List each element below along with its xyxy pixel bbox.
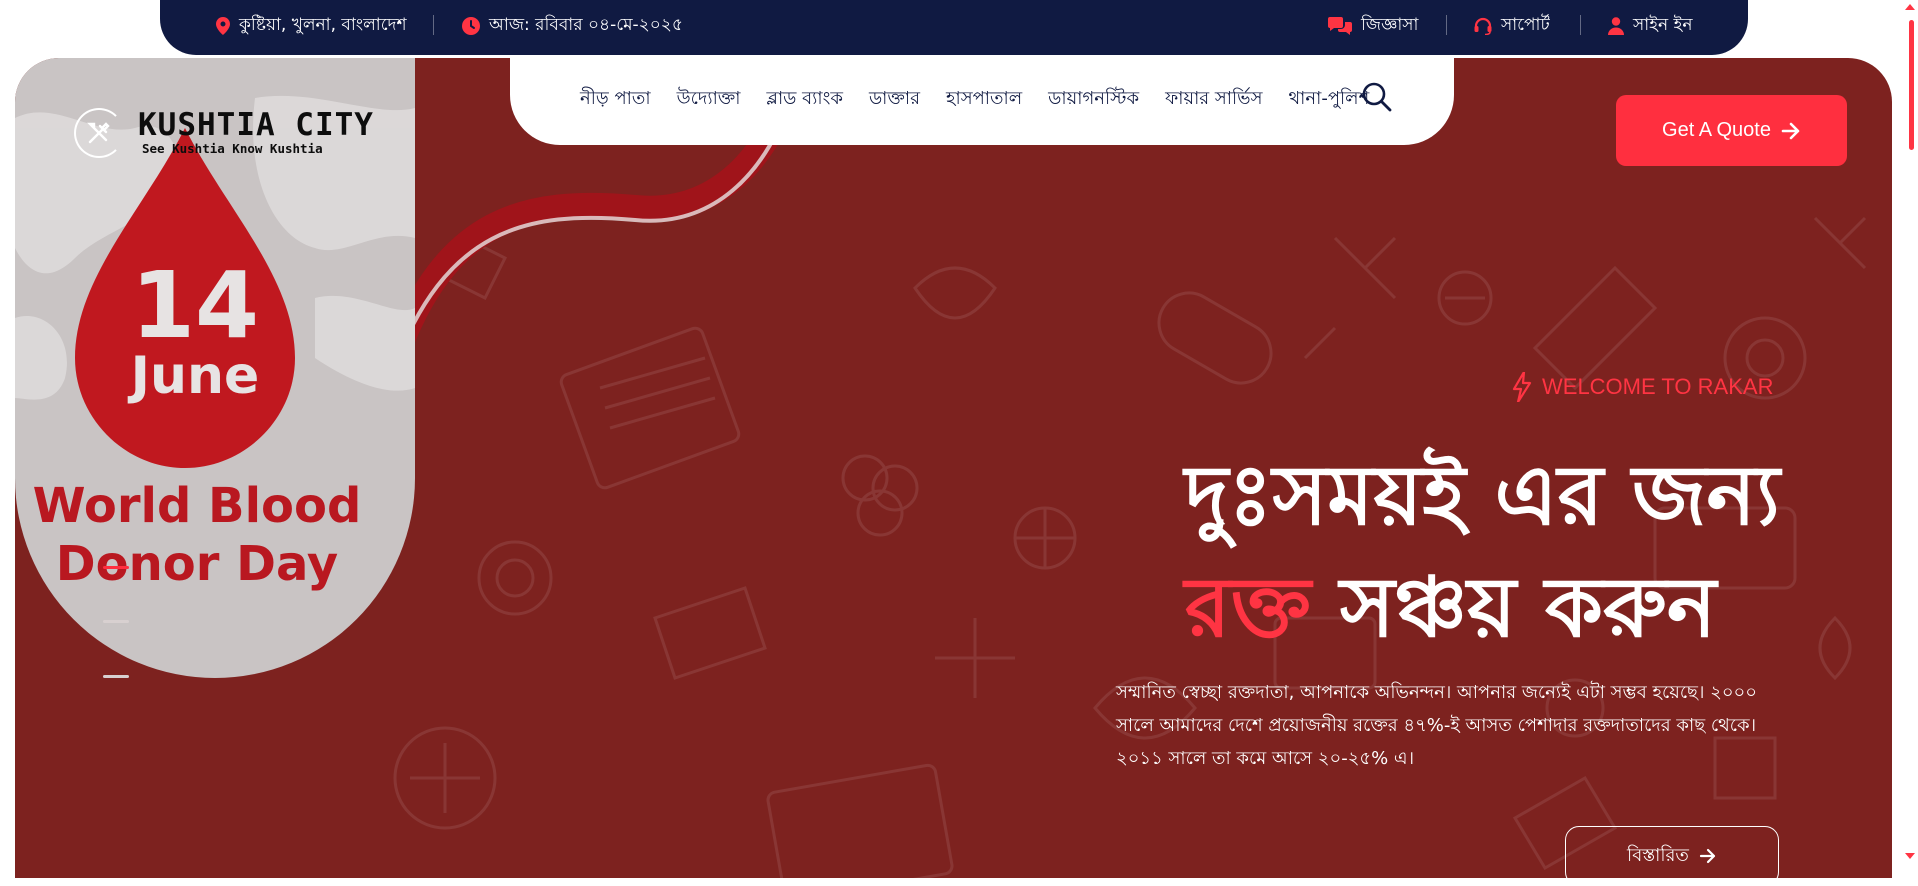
bolt-icon (1512, 372, 1532, 402)
support-label: সাপোর্ট (1501, 15, 1550, 35)
nav-item-home[interactable]: নীড় পাতা (580, 84, 651, 115)
signin-label: সাইন ইন (1633, 15, 1693, 35)
headline-line1: দুঃসময়ই এর জন্য (1184, 447, 1780, 544)
divider (1446, 15, 1447, 35)
scrollbar-thumb[interactable] (1909, 20, 1914, 150)
clock-icon (462, 17, 480, 35)
search-icon[interactable] (1362, 82, 1392, 112)
divider (433, 15, 434, 35)
slider-dot-2[interactable] (103, 620, 129, 623)
welcome-text: WELCOME TO RAKAR (1542, 374, 1774, 399)
inquiry-link[interactable]: জিজ্ঞাসা (1328, 14, 1418, 38)
user-icon (1608, 17, 1624, 35)
logo-subtitle: See Kushtia Know Kushtia (142, 141, 323, 156)
map-pin-icon (216, 17, 230, 35)
drop-day: 14 (130, 252, 260, 359)
get-a-quote-button[interactable]: Get A Quote (1616, 95, 1847, 166)
nav-item-doctor[interactable]: ডাক্তার (869, 84, 920, 115)
date-info: আজ: রবিবার ০৪-মে-২০২৫ (462, 14, 683, 38)
slider-dot-3[interactable] (103, 675, 129, 678)
nav-item-police[interactable]: থানা-পুলিশ (1288, 84, 1369, 115)
divider (1580, 15, 1581, 35)
headset-icon (1474, 17, 1492, 35)
nav-item-diagnostic[interactable]: ডায়াগনস্টিক (1048, 84, 1139, 115)
details-button[interactable]: বিস্তারিত (1565, 826, 1779, 886)
arrow-right-icon (1699, 848, 1716, 864)
page-scrollbar[interactable] (1900, 0, 1918, 863)
nav-item-entrepreneur[interactable]: উদ্যোক্তা (677, 84, 741, 115)
drop-line2: Donor Day (55, 536, 339, 592)
drop-line1: World Blood (32, 478, 362, 534)
main-nav: নীড় পাতা উদ্যোক্তা ব্লাড ব্যাংক ডাক্তার… (510, 56, 1454, 145)
signin-link[interactable]: সাইন ইন (1608, 14, 1693, 38)
hero-headline: দুঃসময়ই এর জন্য রক্ত সঞ্চয় করুন (1185, 440, 1780, 664)
scroll-down-arrow[interactable] (1905, 853, 1915, 859)
arrow-right-icon (1781, 122, 1800, 139)
date-text: আজ: রবিবার ০৪-মে-২০২৫ (489, 15, 683, 35)
nav-menu: নীড় পাতা উদ্যোক্তা ব্লাড ব্যাংক ডাক্তার… (580, 84, 1369, 115)
welcome-tagline: WELCOME TO RAKAR (1512, 372, 1773, 402)
site-logo[interactable]: KUSHTIA CITY See Kushtia Know Kushtia (74, 108, 374, 158)
nav-item-blood-bank[interactable]: ব্লাড ব্যাংক (767, 84, 843, 115)
location-info: কুষ্টিয়া, খুলনা, বাংলাদেশ (216, 14, 407, 38)
headline-rest: সঞ্চয় করুন (1310, 559, 1717, 656)
chat-icon (1328, 17, 1352, 35)
logo-title: KUSHTIA CITY (138, 107, 374, 143)
scroll-up-arrow[interactable] (1905, 4, 1915, 10)
slider-dot-1[interactable] (103, 566, 129, 569)
drop-month: June (130, 346, 260, 406)
hero-description: সম্মানিত স্বেচ্ছা রক্তদাতা, আপনাকে অভিনন… (1116, 682, 1757, 769)
headline-line2: রক্ত সঞ্চয় করুন (1185, 552, 1780, 664)
location-text: কুষ্টিয়া, খুলনা, বাংলাদেশ (239, 15, 407, 35)
top-bar: কুষ্টিয়া, খুলনা, বাংলাদেশ আজ: রবিবার ০৪… (160, 0, 1748, 55)
tools-icon (74, 108, 124, 158)
nav-item-hospital[interactable]: হাসপাতাল (946, 84, 1022, 115)
inquiry-label: জিজ্ঞাসা (1361, 15, 1419, 35)
support-link[interactable]: সাপোর্ট (1474, 14, 1550, 38)
headline-highlight: রক্ত (1184, 559, 1311, 656)
details-button-label: বিস্তারিত (1627, 844, 1689, 866)
nav-item-fire-service[interactable]: ফায়ার সার্ভিস (1165, 84, 1262, 115)
quote-button-label: Get A Quote (1662, 119, 1771, 141)
